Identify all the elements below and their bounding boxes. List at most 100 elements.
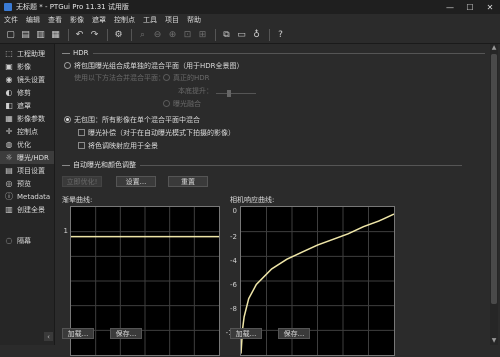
sidebar-item[interactable]: ◎ 预览 <box>0 177 54 190</box>
scrollbar-thumb[interactable] <box>491 54 497 304</box>
menu-mask[interactable]: 遮罩 <box>92 15 106 25</box>
scroll-up-icon[interactable]: ▲ <box>490 44 498 52</box>
minimize-button[interactable]: — <box>440 0 460 14</box>
toolbar: ▢ ▤ ▥ ▦ ↶ ↷ ⚙ ⌕ ⊖ ⊕ ⊡ ⊞ ⧉ ▭ ♁ ? <box>0 26 500 44</box>
menu-edit[interactable]: 编辑 <box>26 15 40 25</box>
auto-settings-button[interactable]: 设置... <box>116 176 156 187</box>
sidebar-item-icon: ▥ <box>5 205 13 214</box>
detail-viewer-icon[interactable]: ▭ <box>235 28 248 41</box>
vignetting-y-tick: 1 <box>63 227 68 235</box>
base-boost-slider-track[interactable] <box>216 93 256 94</box>
sidebar-item-icon: ◐ <box>5 88 13 97</box>
sidebar-item-label: 优化 <box>17 140 31 149</box>
panorama-editor-icon[interactable]: ⧉ <box>220 28 233 41</box>
sidebar: ⬚ 工程助理 ▣ 影像 ◉ 镜头设置 ◐ 修剪 ◧ 遮罩 ▦ 影像参数 ✛ 控制点 ◍ 优化 ☼ 曝光/HDR ▤ 项… <box>0 44 55 345</box>
true-hdr-radio[interactable] <box>163 74 170 81</box>
sidebar-item-icon: ◌ <box>5 236 13 245</box>
camera-save-button[interactable]: 保存... <box>278 328 310 339</box>
save-project-icon[interactable]: ▥ <box>34 28 47 41</box>
sidebar-item-icon: ⬚ <box>5 49 13 58</box>
add-images-icon[interactable]: ▦ <box>49 28 62 41</box>
link-bracketed-label: 将包围曝光组合成单独的混合平面（用于HDR全景图） <box>74 62 244 70</box>
zoom-icon[interactable]: ⌕ <box>136 28 149 41</box>
close-button[interactable]: ✕ <box>480 0 500 14</box>
hint-icon[interactable]: ♁ <box>250 28 263 41</box>
section-dash <box>62 164 70 166</box>
tone-mapping-checkbox[interactable] <box>78 142 85 149</box>
help-icon[interactable]: ? <box>274 28 287 41</box>
sidebar-item[interactable]: ▣ 影像 <box>0 60 54 73</box>
sidebar-item[interactable]: ◍ 优化 <box>0 138 54 151</box>
exposure-fusion-radio[interactable] <box>163 100 170 107</box>
hdr-section-title: HDR <box>73 49 89 57</box>
vignetting-save-button[interactable]: 保存... <box>110 328 142 339</box>
menu-help[interactable]: 帮助 <box>187 15 201 25</box>
sidebar-item[interactable]: ✛ 控制点 <box>0 125 54 138</box>
optimize-now-button[interactable]: 立即优化! <box>62 176 102 187</box>
no-bracketing-radio[interactable] <box>64 116 71 123</box>
redo-icon[interactable]: ↷ <box>88 28 101 41</box>
exposure-hdr-panel: HDR 将包围曝光组合成单独的混合平面（用于HDR全景图） 使用以下方法合并混合… <box>56 44 488 356</box>
auto-reset-button[interactable]: 重置 <box>168 176 208 187</box>
sidebar-item-label: 影像参数 <box>17 114 45 123</box>
sidebar-item-icon: ▣ <box>5 62 13 71</box>
sidebar-item[interactable]: ☼ 曝光/HDR <box>0 151 54 164</box>
exposure-compensation-checkbox[interactable] <box>78 129 85 136</box>
sidebar-item-label: 创建全景 <box>17 205 45 214</box>
exposure-compensation-label: 曝光补偿（对于在自动曝光模式下拍摄的影像） <box>88 129 235 137</box>
scroll-down-icon[interactable]: ▼ <box>490 337 498 345</box>
zoom-out-icon[interactable]: ⊖ <box>151 28 164 41</box>
hdr-section-header: HDR <box>62 49 485 57</box>
sidebar-item-icon: ⓘ <box>5 192 13 201</box>
menu-tools[interactable]: 工具 <box>143 15 157 25</box>
toolbar-separator <box>269 28 270 41</box>
menu-file[interactable]: 文件 <box>4 15 18 25</box>
sidebar-item-label: 控制点 <box>17 127 38 136</box>
sidebar-item[interactable]: ▤ 项目设置 <box>0 164 54 177</box>
base-boost-slider-thumb[interactable] <box>227 90 231 97</box>
fit-icon[interactable]: ⊡ <box>181 28 194 41</box>
menu-view[interactable]: 查看 <box>48 15 62 25</box>
sidebar-item[interactable]: ◧ 遮罩 <box>0 99 54 112</box>
undo-icon[interactable]: ↶ <box>73 28 86 41</box>
vignetting-load-button[interactable]: 加载... <box>62 328 94 339</box>
sidebar-item[interactable]: ▥ 创建全景 <box>0 203 54 216</box>
camera-y-tick: -2 <box>230 233 237 241</box>
window-title: 无标题 * - PTGui Pro 11.31 试用版 <box>16 3 129 11</box>
maximize-button[interactable]: ☐ <box>460 0 480 14</box>
menu-images[interactable]: 影像 <box>70 15 84 25</box>
no-bracketing-label: 无包围：所有影像在单个混合平面中混合 <box>74 116 200 124</box>
menu-bar: 文件 编辑 查看 影像 遮罩 控制点 工具 项目 帮助 <box>0 14 500 26</box>
auto-section-header: 自动曝光和颜色调整 <box>62 160 462 170</box>
camera-y-tick: 0 <box>232 207 237 215</box>
menu-project[interactable]: 项目 <box>165 15 179 25</box>
sidebar-item[interactable]: ⓘ Metadata <box>0 190 54 203</box>
camera-y-tick: -6 <box>230 281 237 289</box>
settings-icon[interactable]: ⚙ <box>112 28 125 41</box>
sidebar-item-label: 工程助理 <box>17 49 45 58</box>
new-project-icon[interactable]: ▢ <box>4 28 17 41</box>
zoom-in-icon[interactable]: ⊕ <box>166 28 179 41</box>
section-dash <box>62 52 70 54</box>
sidebar-item[interactable]: ◐ 修剪 <box>0 86 54 99</box>
camera-load-button[interactable]: 加载... <box>230 328 262 339</box>
crop-icon[interactable]: ⊞ <box>196 28 209 41</box>
camera-response-curve-svg <box>240 207 395 355</box>
sidebar-item[interactable]: ◌ 隔幕 <box>0 234 54 247</box>
menu-control-points[interactable]: 控制点 <box>114 15 135 25</box>
collapse-sidebar-button[interactable]: ‹ <box>44 332 53 341</box>
open-project-icon[interactable]: ▤ <box>19 28 32 41</box>
sidebar-item-label: 预览 <box>17 179 31 188</box>
link-bracketed-radio[interactable] <box>64 62 71 69</box>
sidebar-item-label: 项目设置 <box>17 166 45 175</box>
sidebar-item[interactable]: ⬚ 工程助理 <box>0 47 54 60</box>
sidebar-item-icon: ◍ <box>5 140 13 149</box>
sidebar-item[interactable]: ▦ 影像参数 <box>0 112 54 125</box>
title-bar: 无标题 * - PTGui Pro 11.31 试用版 — ☐ ✕ <box>0 0 500 14</box>
sidebar-item-label: 镜头设置 <box>17 75 45 84</box>
sidebar-item-icon: ◉ <box>5 75 13 84</box>
camera-response-curve-label: 相机响应曲线: <box>230 196 275 204</box>
vertical-scrollbar[interactable]: ▲ ▼ <box>490 44 498 345</box>
sidebar-item-icon: ◎ <box>5 179 13 188</box>
sidebar-item[interactable]: ◉ 镜头设置 <box>0 73 54 86</box>
